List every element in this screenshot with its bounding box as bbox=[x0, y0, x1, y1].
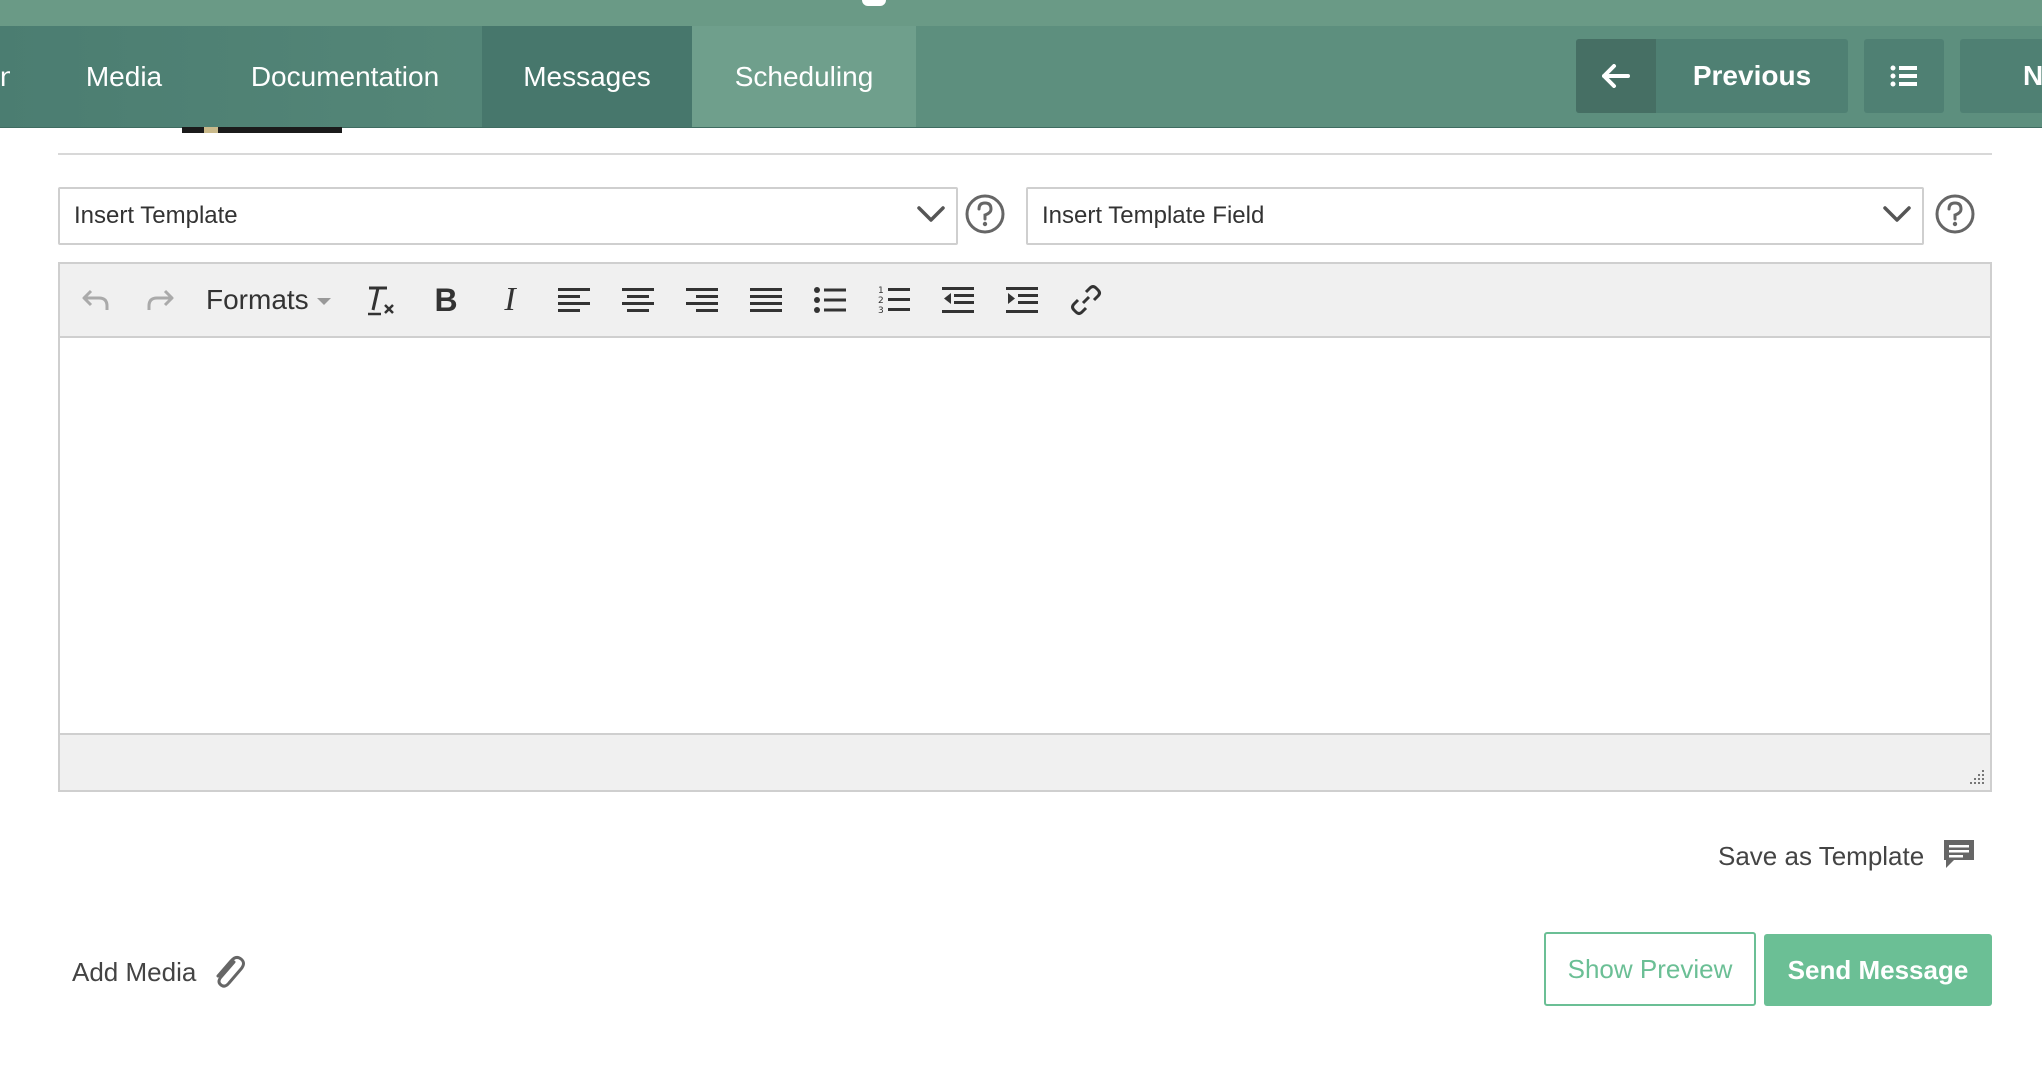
save-as-template-button[interactable]: Save as Template bbox=[1718, 836, 1924, 876]
caret-down-icon bbox=[316, 298, 331, 306]
top-notch bbox=[862, 0, 886, 6]
previous-button[interactable]: Previous bbox=[1576, 39, 1848, 113]
help-icon[interactable] bbox=[1934, 193, 1976, 235]
previous-label: Previous bbox=[1692, 60, 1812, 91]
undo-icon[interactable] bbox=[76, 280, 116, 320]
thumbnail-highlight bbox=[204, 127, 218, 133]
indent-icon[interactable] bbox=[1002, 280, 1042, 320]
clear-formatting-icon[interactable] bbox=[362, 280, 402, 320]
editor-content-area[interactable] bbox=[60, 338, 1990, 736]
numbered-list-icon[interactable]: 123 bbox=[874, 280, 914, 320]
tab-scheduling[interactable]: Scheduling bbox=[692, 26, 916, 127]
editor-toolbar: Formats B I 123 bbox=[60, 264, 1990, 338]
list-view-button[interactable] bbox=[1864, 39, 1944, 113]
next-button[interactable]: N bbox=[1960, 39, 2042, 113]
send-message-button[interactable]: Send Message bbox=[1764, 934, 1992, 1006]
insert-template-select[interactable]: Insert Template bbox=[58, 187, 958, 245]
insert-template-label: Insert Template bbox=[74, 202, 238, 229]
italic-icon[interactable]: I bbox=[490, 280, 530, 320]
outdent-icon[interactable] bbox=[938, 280, 978, 320]
top-strip bbox=[0, 0, 2042, 26]
bullet-list-icon[interactable] bbox=[810, 280, 850, 320]
svg-text:3: 3 bbox=[878, 306, 884, 316]
chevron-down-icon bbox=[917, 206, 945, 222]
list-icon bbox=[1890, 65, 1917, 87]
insert-template-field-select[interactable]: Insert Template Field bbox=[1026, 187, 1924, 245]
formats-label: Formats bbox=[206, 284, 309, 315]
svg-text:2: 2 bbox=[878, 296, 884, 306]
arrow-left-icon bbox=[1576, 39, 1656, 113]
editor-statusbar bbox=[60, 733, 1990, 790]
align-left-icon[interactable] bbox=[554, 280, 594, 320]
justify-icon[interactable] bbox=[746, 280, 786, 320]
help-icon[interactable] bbox=[964, 193, 1006, 235]
add-media-button[interactable]: Add Media bbox=[72, 952, 196, 992]
bold-icon[interactable]: B bbox=[426, 280, 466, 320]
link-icon[interactable] bbox=[1066, 280, 1106, 320]
chevron-down-icon bbox=[1883, 206, 1911, 222]
align-right-icon[interactable] bbox=[682, 280, 722, 320]
redo-icon[interactable] bbox=[140, 280, 180, 320]
svg-text:1: 1 bbox=[878, 286, 884, 296]
tab-partial[interactable]: n bbox=[0, 26, 10, 127]
section-divider bbox=[58, 153, 1992, 155]
formats-dropdown[interactable]: Formats bbox=[206, 264, 331, 336]
resize-handle-icon[interactable] bbox=[1968, 768, 1986, 786]
next-label: N bbox=[2023, 60, 2042, 91]
tab-media[interactable]: Media bbox=[40, 26, 208, 127]
show-preview-button[interactable]: Show Preview bbox=[1544, 932, 1756, 1006]
paperclip-icon[interactable] bbox=[212, 952, 246, 992]
insert-template-field-label: Insert Template Field bbox=[1042, 202, 1265, 229]
tab-documentation[interactable]: Documentation bbox=[208, 26, 482, 127]
message-icon[interactable] bbox=[1942, 838, 1976, 870]
rich-text-editor: Formats B I 123 bbox=[58, 262, 1992, 792]
top-nav-bar: n Media Documentation Messages Schedulin… bbox=[0, 26, 2042, 128]
tab-messages[interactable]: Messages bbox=[482, 26, 692, 127]
align-center-icon[interactable] bbox=[618, 280, 658, 320]
